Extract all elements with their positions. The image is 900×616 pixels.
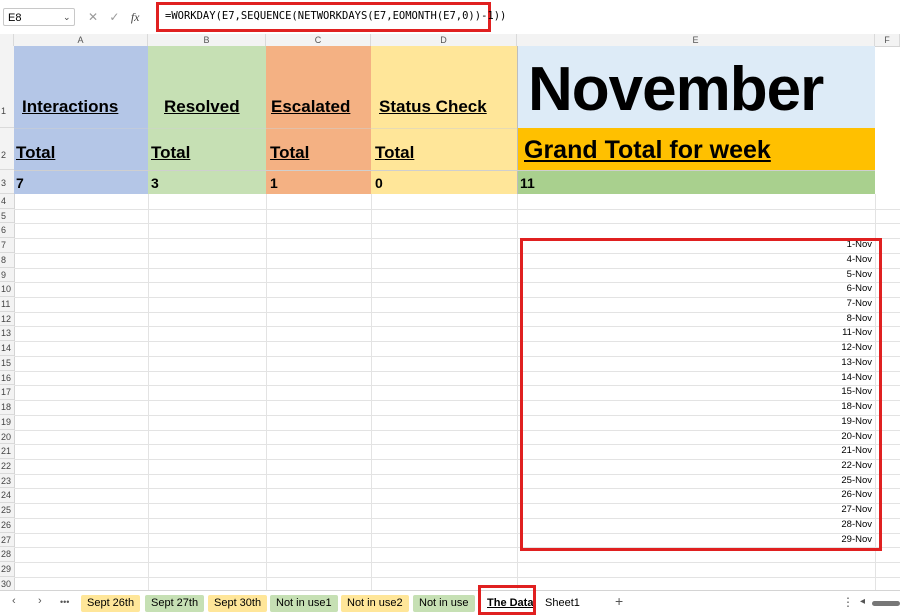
row-header[interactable]: 23 [0,474,14,489]
row-header[interactable]: 25 [0,503,14,518]
sheet-tab[interactable]: Not in use [413,595,475,612]
formula-bar: E8 ⌄ ✕ ✓ fx =WORKDAY(E7,SEQUENCE(NETWORK… [0,0,900,35]
row-header[interactable]: 24 [0,488,14,504]
scroll-left-icon[interactable]: ◂ [860,596,865,607]
month-title: November [528,55,824,124]
interactions-total-label: Total [16,143,56,162]
row-header[interactable]: 21 [0,444,14,459]
formula-input[interactable]: =WORKDAY(E7,SEQUENCE(NETWORKDAYS(E7,EOMO… [165,10,506,22]
column-gridline [517,194,518,590]
column-gridline [266,194,267,590]
column-header-b[interactable]: B [148,34,266,46]
row-header[interactable]: 10 [0,282,14,298]
chevron-left-icon[interactable]: ‹ [12,595,16,607]
sheet-tab[interactable]: Not in use1 [270,595,338,612]
column-header-d[interactable]: D [371,34,517,46]
status-total-value: 0 [375,175,383,191]
row-header[interactable]: 17 [0,385,14,401]
column-gridline [148,194,149,590]
row-gridline [14,576,900,578]
sheet-tab[interactable]: Sept 26th [81,595,141,612]
interactions-total-value: 7 [16,175,24,191]
row-header[interactable]: 5 [0,209,14,224]
row-header[interactable]: 29 [0,562,14,577]
row-header[interactable]: 16 [0,371,14,386]
status-total-label: Total [375,143,415,162]
escalated-cell[interactable] [266,46,371,194]
horizontal-scrollbar[interactable] [872,601,900,606]
row-header[interactable]: 18 [0,400,14,415]
row-header[interactable]: 2 [0,128,14,170]
grand-total-value: 11 [520,175,535,191]
row-header[interactable]: 28 [0,547,14,562]
formula-icons: ✕ ✓ fx [88,8,147,26]
row-header[interactable]: 11 [0,297,14,312]
row-header[interactable]: 8 [0,253,14,268]
row-header[interactable]: 13 [0,326,14,342]
resolved-header: Resolved [164,97,240,116]
row-header[interactable]: 20 [0,430,14,445]
row-header[interactable]: 27 [0,533,14,548]
column-gridline [371,194,372,590]
row-gridline [14,562,900,563]
row-header[interactable]: 1 [0,46,14,128]
date-highlight-box [520,238,882,551]
sheet-tab[interactable]: Sept 27th [145,595,205,612]
interactions-cell[interactable] [14,46,148,194]
row-header[interactable]: 4 [0,194,14,209]
column-header-e[interactable]: E [517,34,875,46]
more-sheets-icon[interactable]: ••• [60,597,69,607]
status-check-header: Status Check [379,97,487,116]
chevron-right-icon[interactable]: › [38,595,42,607]
grand-total-title: Grand Total for week [524,136,771,164]
row-gridline [14,223,900,225]
column-header-a[interactable]: A [14,34,148,46]
insert-function-icon[interactable]: fx [131,10,140,24]
row-header[interactable]: 7 [0,238,14,253]
row-header[interactable]: 12 [0,312,14,327]
resolved-total-label: Total [151,143,191,162]
more-options-icon[interactable]: ⋮ [842,595,854,609]
row-header[interactable]: 26 [0,518,14,533]
status-check-cell[interactable] [371,46,517,194]
sheet-tabs-bar: ‹ › ••• Sept 26th Sept 27th Sept 30th Not i… [0,590,900,616]
row-header[interactable]: 15 [0,356,14,371]
confirm-icon[interactable]: ✓ [109,10,119,24]
grand-total-value-cell[interactable] [517,170,875,194]
sheet-tab[interactable]: Not in use2 [341,595,409,612]
row-headers: 1 2 3 4 5 6 7 8 9 10 11 12 13 14 15 16 17 18 19 20 21 22 23… [0,46,15,592]
chevron-down-icon[interactable]: ⌄ [63,8,71,26]
active-tab-highlight-box [478,585,536,615]
row-header[interactable]: 6 [0,223,14,239]
row-header[interactable]: 19 [0,415,14,430]
add-sheet-button[interactable]: + [615,593,623,609]
resolved-cell[interactable] [148,46,266,194]
resolved-total-value: 3 [151,175,159,191]
escalated-total-label: Total [270,143,310,162]
column-header-c[interactable]: C [266,34,371,46]
sheet-tab[interactable]: Sheet1 [539,595,586,612]
select-all-corner[interactable] [0,34,14,46]
row-header[interactable]: 9 [0,268,14,283]
cancel-icon[interactable]: ✕ [88,10,98,24]
sheet-tab[interactable]: Sept 30th [208,595,268,612]
row-header[interactable]: 22 [0,459,14,474]
interactions-header: Interactions [22,97,119,116]
row-header[interactable]: 3 [0,170,14,194]
row-header[interactable]: 14 [0,341,14,356]
escalated-total-value: 1 [270,175,278,191]
escalated-header: Escalated [271,97,351,116]
row-gridline [14,208,900,210]
column-header-f[interactable]: F [875,34,900,46]
